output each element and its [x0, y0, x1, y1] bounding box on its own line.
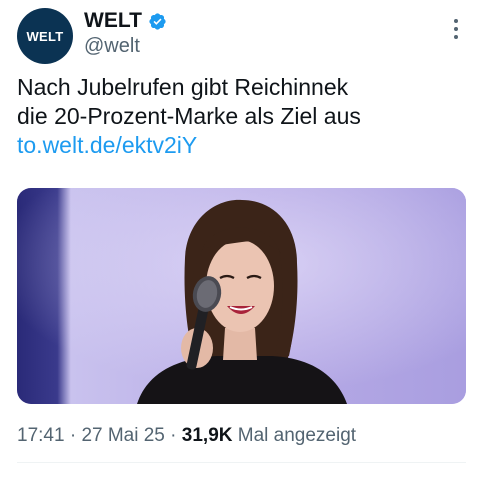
tweet-text-line: die 20-Prozent-Marke als Ziel aus	[17, 103, 361, 129]
avatar-logo-text: WELT	[26, 28, 64, 44]
more-dot	[454, 19, 458, 23]
photo-speaker-illustration	[17, 188, 466, 404]
more-dot	[454, 35, 458, 39]
name-row: WELT	[84, 9, 167, 33]
divider	[17, 462, 466, 463]
tweet-text: Nach Jubelrufen gibt Reichinnek die 20-P…	[17, 73, 467, 160]
views-count: 31,9K	[181, 425, 233, 446]
tweet-media-image[interactable]	[17, 188, 466, 404]
tweet[interactable]: WELT WELT @welt Nach Jubelrufen gibt Rei…	[0, 0, 482, 477]
avatar[interactable]: WELT	[17, 8, 73, 64]
meta-separator: ·	[164, 425, 182, 446]
verified-badge-icon	[149, 12, 166, 30]
more-options-button[interactable]	[444, 14, 468, 44]
display-name[interactable]: WELT	[84, 9, 142, 33]
more-dot	[454, 27, 458, 31]
tweet-time[interactable]: 17:41	[17, 425, 65, 446]
meta-separator: ·	[64, 425, 82, 446]
views-label: Mal angezeigt	[232, 425, 357, 446]
tweet-meta: 17:41 · 27 Mai 25 · 31,9K Mal angezeigt	[17, 424, 356, 448]
tweet-link[interactable]: to.welt.de/ektv2iY	[17, 131, 467, 160]
user-handle[interactable]: @welt	[84, 34, 140, 58]
tweet-text-line: Nach Jubelrufen gibt Reichinnek	[17, 74, 349, 100]
tweet-date[interactable]: 27 Mai 25	[81, 425, 164, 446]
